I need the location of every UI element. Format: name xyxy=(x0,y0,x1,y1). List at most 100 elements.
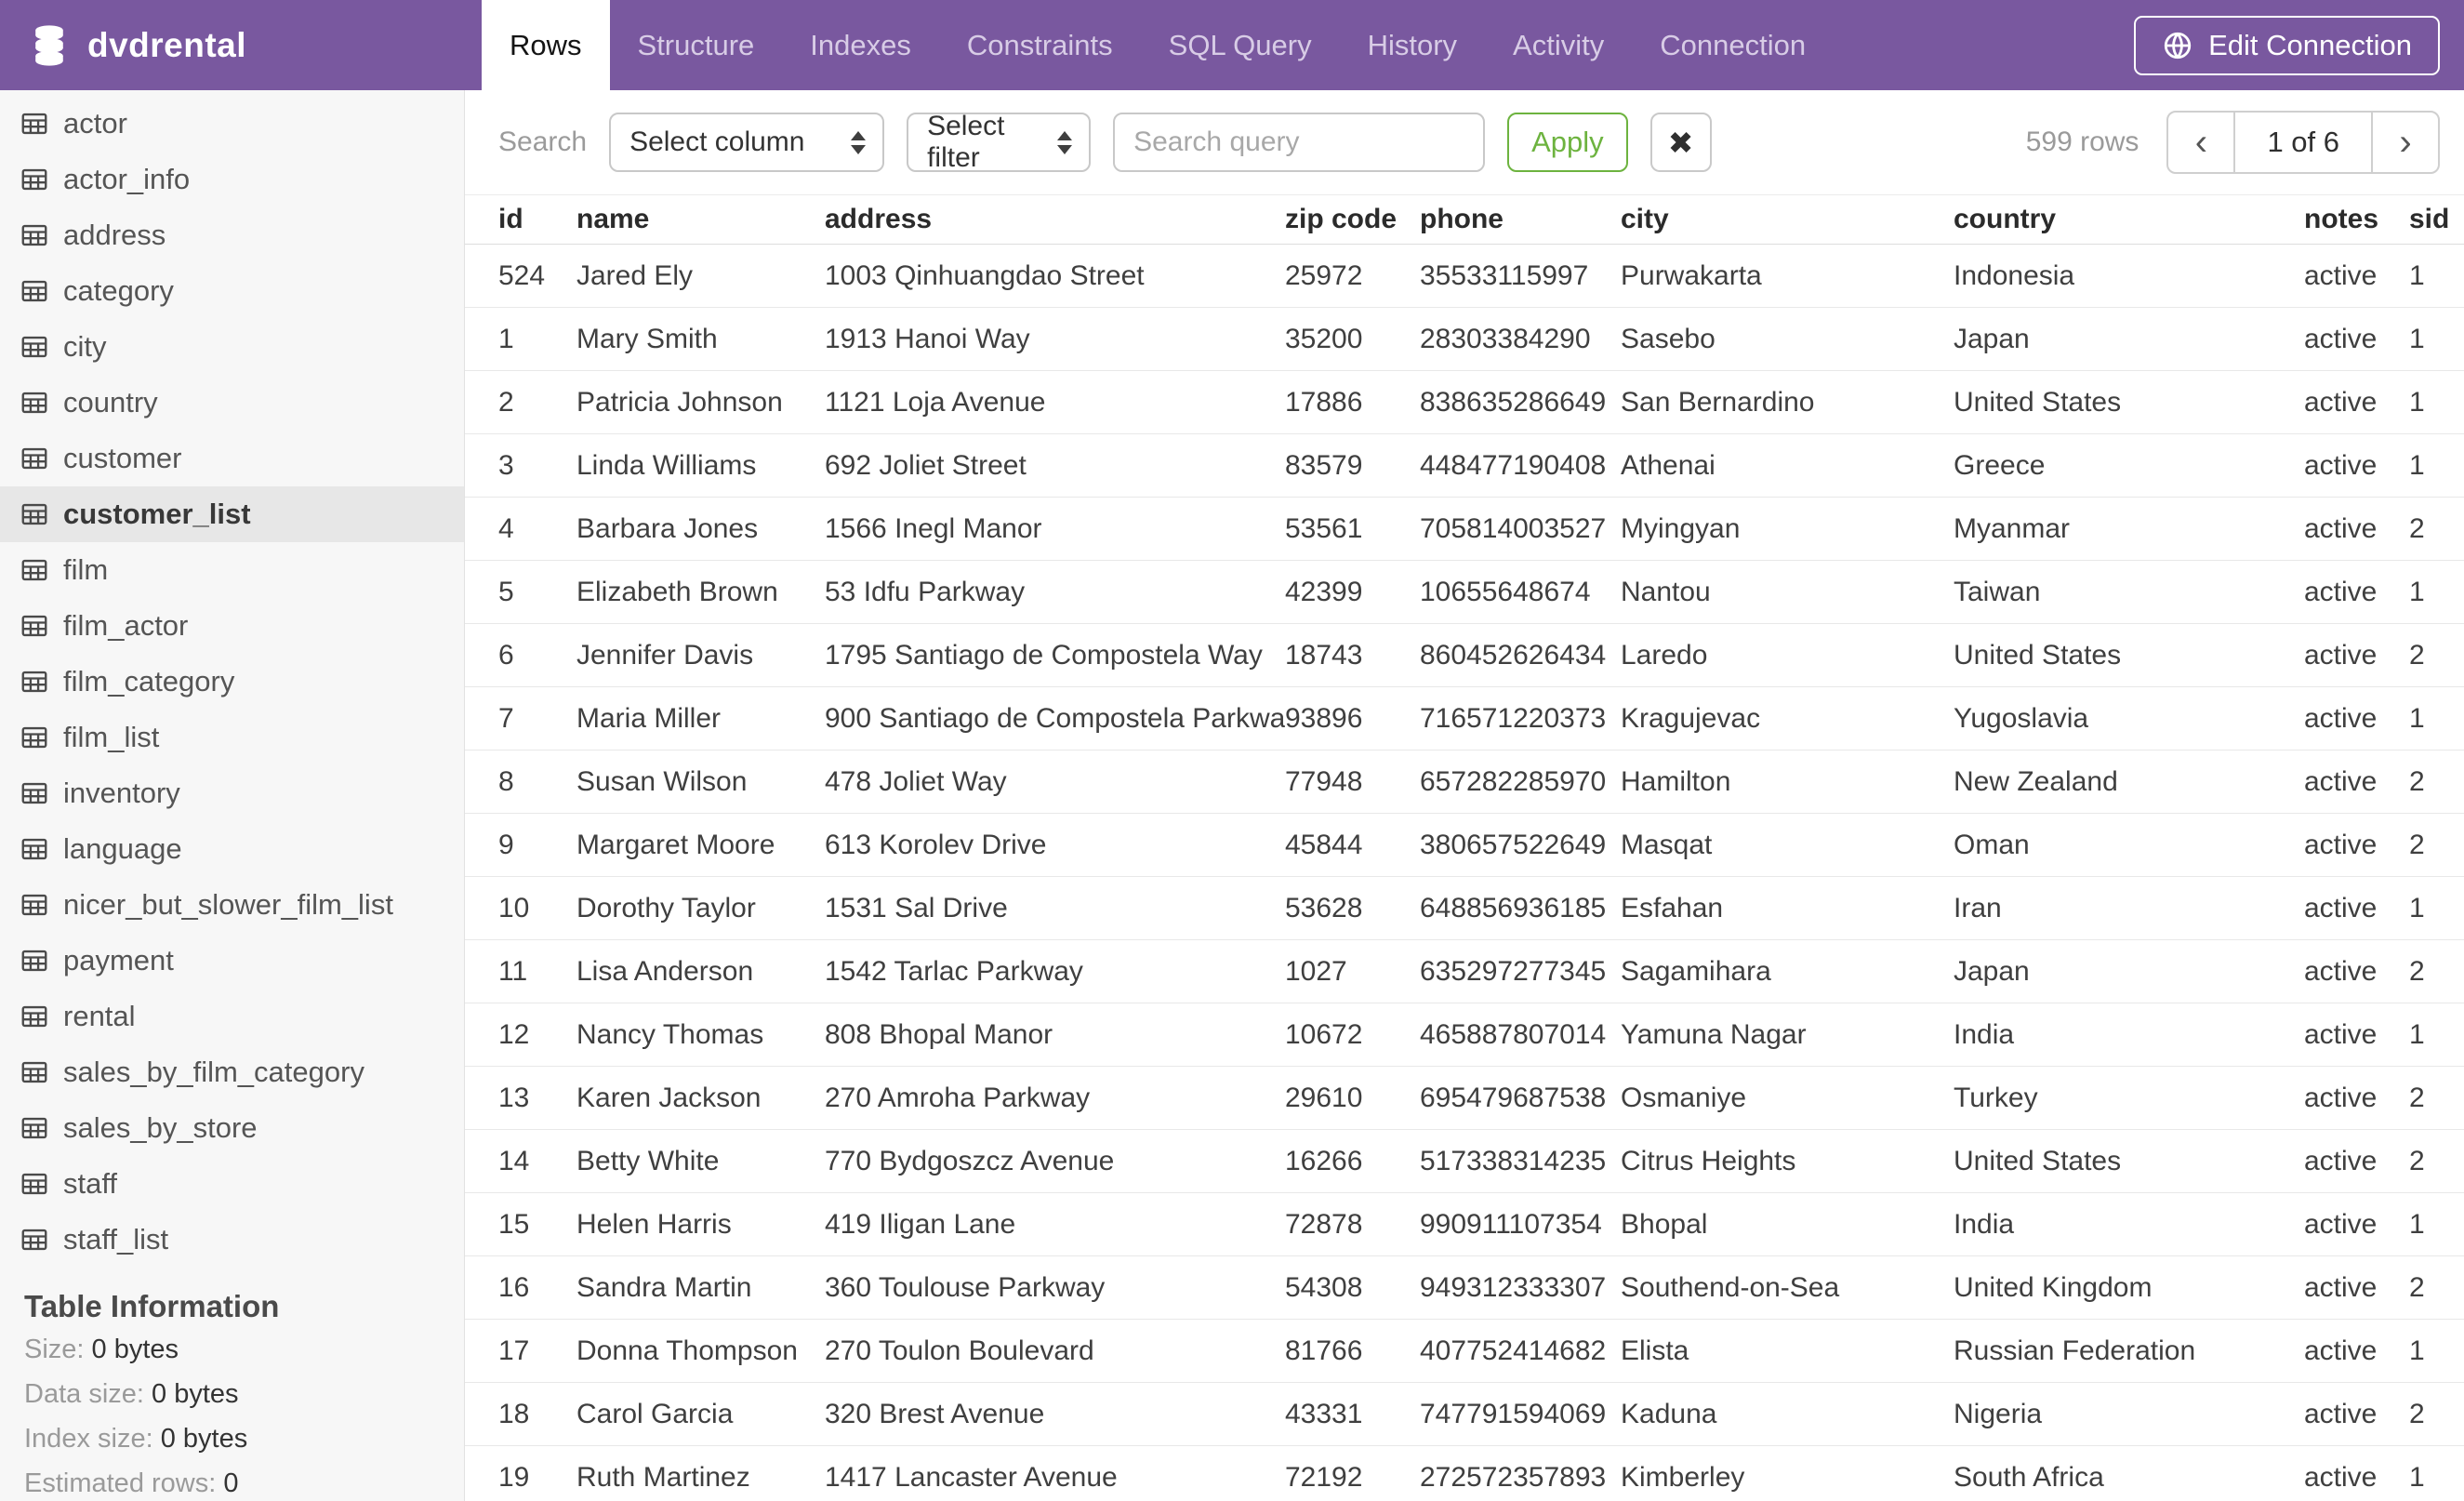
table-grid-icon xyxy=(21,168,47,191)
table-row[interactable]: 4 Barbara Jones 1566 Inegl Manor 53561 70581… xyxy=(465,497,2464,561)
cell-name: Linda Williams xyxy=(576,433,825,498)
cell-city: Esfahan xyxy=(1621,876,1954,940)
table-row[interactable]: 5 Elizabeth Brown 53 Idfu Parkway 42399 1065… xyxy=(465,560,2464,624)
cell-address: 419 Iligan Lane xyxy=(825,1192,1285,1256)
sidebar-item-film_actor[interactable]: film_actor xyxy=(0,598,464,654)
table-row[interactable]: 8 Susan Wilson 478 Joliet Way 77948 65728228… xyxy=(465,750,2464,814)
column-header-id[interactable]: id xyxy=(465,195,576,245)
table-row[interactable]: 17 Donna Thompson 270 Toulon Boulevard 8176… xyxy=(465,1319,2464,1383)
table-name: category xyxy=(63,274,174,307)
sidebar-item-category[interactable]: category xyxy=(0,263,464,319)
filter-select[interactable]: Select filter xyxy=(907,111,1092,173)
table-row[interactable]: 6 Jennifer Davis 1795 Santiago de Composte… xyxy=(465,623,2464,687)
column-header-sid[interactable]: sid xyxy=(2409,195,2464,245)
cell-city: Laredo xyxy=(1621,623,1954,687)
table-row[interactable]: 13 Karen Jackson 270 Amroha Parkway 29610 69… xyxy=(465,1066,2464,1130)
sidebar-item-sales_by_film_category[interactable]: sales_by_film_category xyxy=(0,1044,464,1100)
sidebar-item-sales_by_store[interactable]: sales_by_store xyxy=(0,1100,464,1156)
tab-activity[interactable]: Activity xyxy=(1485,0,1632,90)
cell-name: Susan Wilson xyxy=(576,750,825,814)
table-row[interactable]: 11 Lisa Anderson 1542 Tarlac Parkway 1027 63… xyxy=(465,939,2464,1003)
sidebar-item-customer[interactable]: customer xyxy=(0,431,464,486)
sidebar-item-language[interactable]: language xyxy=(0,821,464,877)
column-header-zip-code[interactable]: zip code xyxy=(1285,195,1420,245)
column-header-city[interactable]: city xyxy=(1621,195,1954,245)
tab-history[interactable]: History xyxy=(1340,0,1485,90)
sidebar-item-nicer_but_slower_film_list[interactable]: nicer_but_slower_film_list xyxy=(0,877,464,933)
tab-structure[interactable]: Structure xyxy=(610,0,783,90)
column-header-country[interactable]: country xyxy=(1954,195,2304,245)
tab-rows[interactable]: Rows xyxy=(482,0,610,90)
cell-id: 5 xyxy=(465,560,576,624)
prev-page-button[interactable]: ‹ xyxy=(2168,113,2233,172)
sidebar-item-actor[interactable]: actor xyxy=(0,96,464,152)
sidebar-item-country[interactable]: country xyxy=(0,375,464,431)
table-row[interactable]: 16 Sandra Martin 360 Toulouse Parkway 54308… xyxy=(465,1255,2464,1320)
cell-sid: 2 xyxy=(2409,623,2464,687)
column-select[interactable]: Select column xyxy=(609,113,885,172)
cell-address: 770 Bydgoszcz Avenue xyxy=(825,1129,1285,1193)
table-row[interactable]: 2 Patricia Johnson 1121 Loja Avenue 17886 83… xyxy=(465,370,2464,434)
sidebar-item-staff[interactable]: staff xyxy=(0,1156,464,1212)
sidebar-item-actor_info[interactable]: actor_info xyxy=(0,152,464,207)
table-name: country xyxy=(63,386,158,418)
column-header-notes[interactable]: notes xyxy=(2304,195,2409,245)
sidebar-item-city[interactable]: city xyxy=(0,319,464,375)
table-row[interactable]: 524 Jared Ely 1003 Qinhuangdao Street 25972… xyxy=(465,244,2464,308)
table-grid-icon xyxy=(21,113,47,135)
cell-zip-code: 72878 xyxy=(1285,1192,1420,1256)
apply-button[interactable]: Apply xyxy=(1507,113,1628,172)
sidebar: actor actor_infoaddress category city countr… xyxy=(0,90,465,1501)
clear-search-button[interactable]: ✖ xyxy=(1649,113,1712,172)
table-row[interactable]: 7 Maria Miller 900 Santiago de Compostela … xyxy=(465,686,2464,750)
column-header-phone[interactable]: phone xyxy=(1420,195,1621,245)
table-row[interactable]: 1 Mary Smith 1913 Hanoi Way 35200 2830338429… xyxy=(465,307,2464,371)
table-row[interactable]: 9 Margaret Moore 613 Korolev Drive 45844 380… xyxy=(465,813,2464,877)
cell-id: 18 xyxy=(465,1382,576,1446)
app-header: dvdrental Rows Structure Indexes Constraint… xyxy=(0,0,2464,90)
table-row[interactable]: 19 Ruth Martinez 1417 Lancaster Avenue 7219… xyxy=(465,1445,2464,1501)
cell-sid: 1 xyxy=(2409,1445,2464,1501)
cell-name: Jared Ely xyxy=(576,244,825,308)
table-name: address xyxy=(63,219,166,251)
tab-indexes[interactable]: Indexes xyxy=(782,0,939,90)
cell-phone: 272572357893 xyxy=(1420,1445,1621,1501)
table-row[interactable]: 3 Linda Williams 692 Joliet Street 83579 448… xyxy=(465,433,2464,498)
tab-sql-query[interactable]: SQL Query xyxy=(1141,0,1340,90)
table-row[interactable]: 18 Carol Garcia 320 Brest Avenue 43331 74779… xyxy=(465,1382,2464,1446)
sidebar-item-film_list[interactable]: film_list xyxy=(0,710,464,765)
cell-zip-code: 35200 xyxy=(1285,307,1420,371)
sidebar-item-staff_list[interactable]: staff_list xyxy=(0,1212,464,1268)
cell-sid: 1 xyxy=(2409,244,2464,308)
cell-name: Elizabeth Brown xyxy=(576,560,825,624)
cell-zip-code: 53628 xyxy=(1285,876,1420,940)
sidebar-item-customer_list[interactable]: customer_list xyxy=(0,486,464,542)
next-page-button[interactable]: › xyxy=(2373,113,2438,172)
cell-zip-code: 93896 xyxy=(1285,686,1420,750)
column-header-address[interactable]: address xyxy=(825,195,1285,245)
table-row[interactable]: 15 Helen Harris 419 Iligan Lane 72878 990911… xyxy=(465,1192,2464,1256)
sidebar-item-film_category[interactable]: film_category xyxy=(0,654,464,710)
table-row[interactable]: 14 Betty White 770 Bydgoszcz Avenue 16266 51… xyxy=(465,1129,2464,1193)
table-row[interactable]: 10 Dorothy Taylor 1531 Sal Drive 53628 64885… xyxy=(465,876,2464,940)
cell-country: Taiwan xyxy=(1954,560,2304,624)
sidebar-item-address[interactable]: address xyxy=(0,207,464,263)
cell-name: Patricia Johnson xyxy=(576,370,825,434)
sidebar-item-inventory[interactable]: inventory xyxy=(0,765,464,821)
column-header-name[interactable]: name xyxy=(576,195,825,245)
cell-notes: active xyxy=(2304,1255,2409,1320)
cell-phone: 838635286649 xyxy=(1420,370,1621,434)
cell-country: Russian Federation xyxy=(1954,1319,2304,1383)
sidebar-item-payment[interactable]: payment xyxy=(0,933,464,989)
sidebar-item-film[interactable]: film xyxy=(0,542,464,598)
table-info-stats: Size: 0 bytes Data size: 0 bytes Index siz… xyxy=(24,1327,464,1501)
grid-body: 524 Jared Ely 1003 Qinhuangdao Street 25972… xyxy=(465,244,2464,1501)
edit-connection-button[interactable]: Edit Connection xyxy=(2134,15,2440,75)
tab-constraints[interactable]: Constraints xyxy=(939,0,1141,90)
cell-notes: active xyxy=(2304,750,2409,814)
search-query-input[interactable] xyxy=(1113,113,1486,172)
cell-city: Athenai xyxy=(1621,433,1954,498)
table-row[interactable]: 12 Nancy Thomas 808 Bhopal Manor 10672 46588… xyxy=(465,1003,2464,1067)
tab-connection[interactable]: Connection xyxy=(1632,0,1834,90)
sidebar-item-rental[interactable]: rental xyxy=(0,989,464,1044)
